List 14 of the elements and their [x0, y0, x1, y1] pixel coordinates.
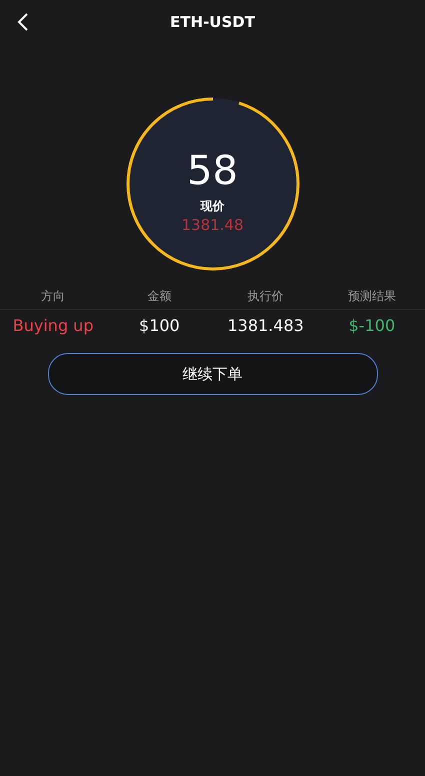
column-header: 执行价 [246, 288, 285, 305]
column-header: 方向 [40, 288, 66, 305]
current-price-label: 现价 [200, 198, 224, 215]
countdown-value: 58 [187, 148, 238, 194]
column-header: 预测结果 [346, 288, 397, 305]
table-cell-text: $100 [138, 316, 181, 335]
current-price: 1381.48 [181, 216, 244, 234]
table-cell-text: $-100 [348, 316, 396, 335]
page-title: ETH-USDT [170, 13, 255, 31]
column-header: 金额 [146, 288, 172, 305]
back-icon[interactable] [16, 12, 30, 32]
table-cell-text: Buying up [12, 316, 94, 335]
continue-order-button[interactable]: 继续下单 [48, 353, 378, 395]
table-cell-text: 1381.483 [226, 316, 305, 335]
